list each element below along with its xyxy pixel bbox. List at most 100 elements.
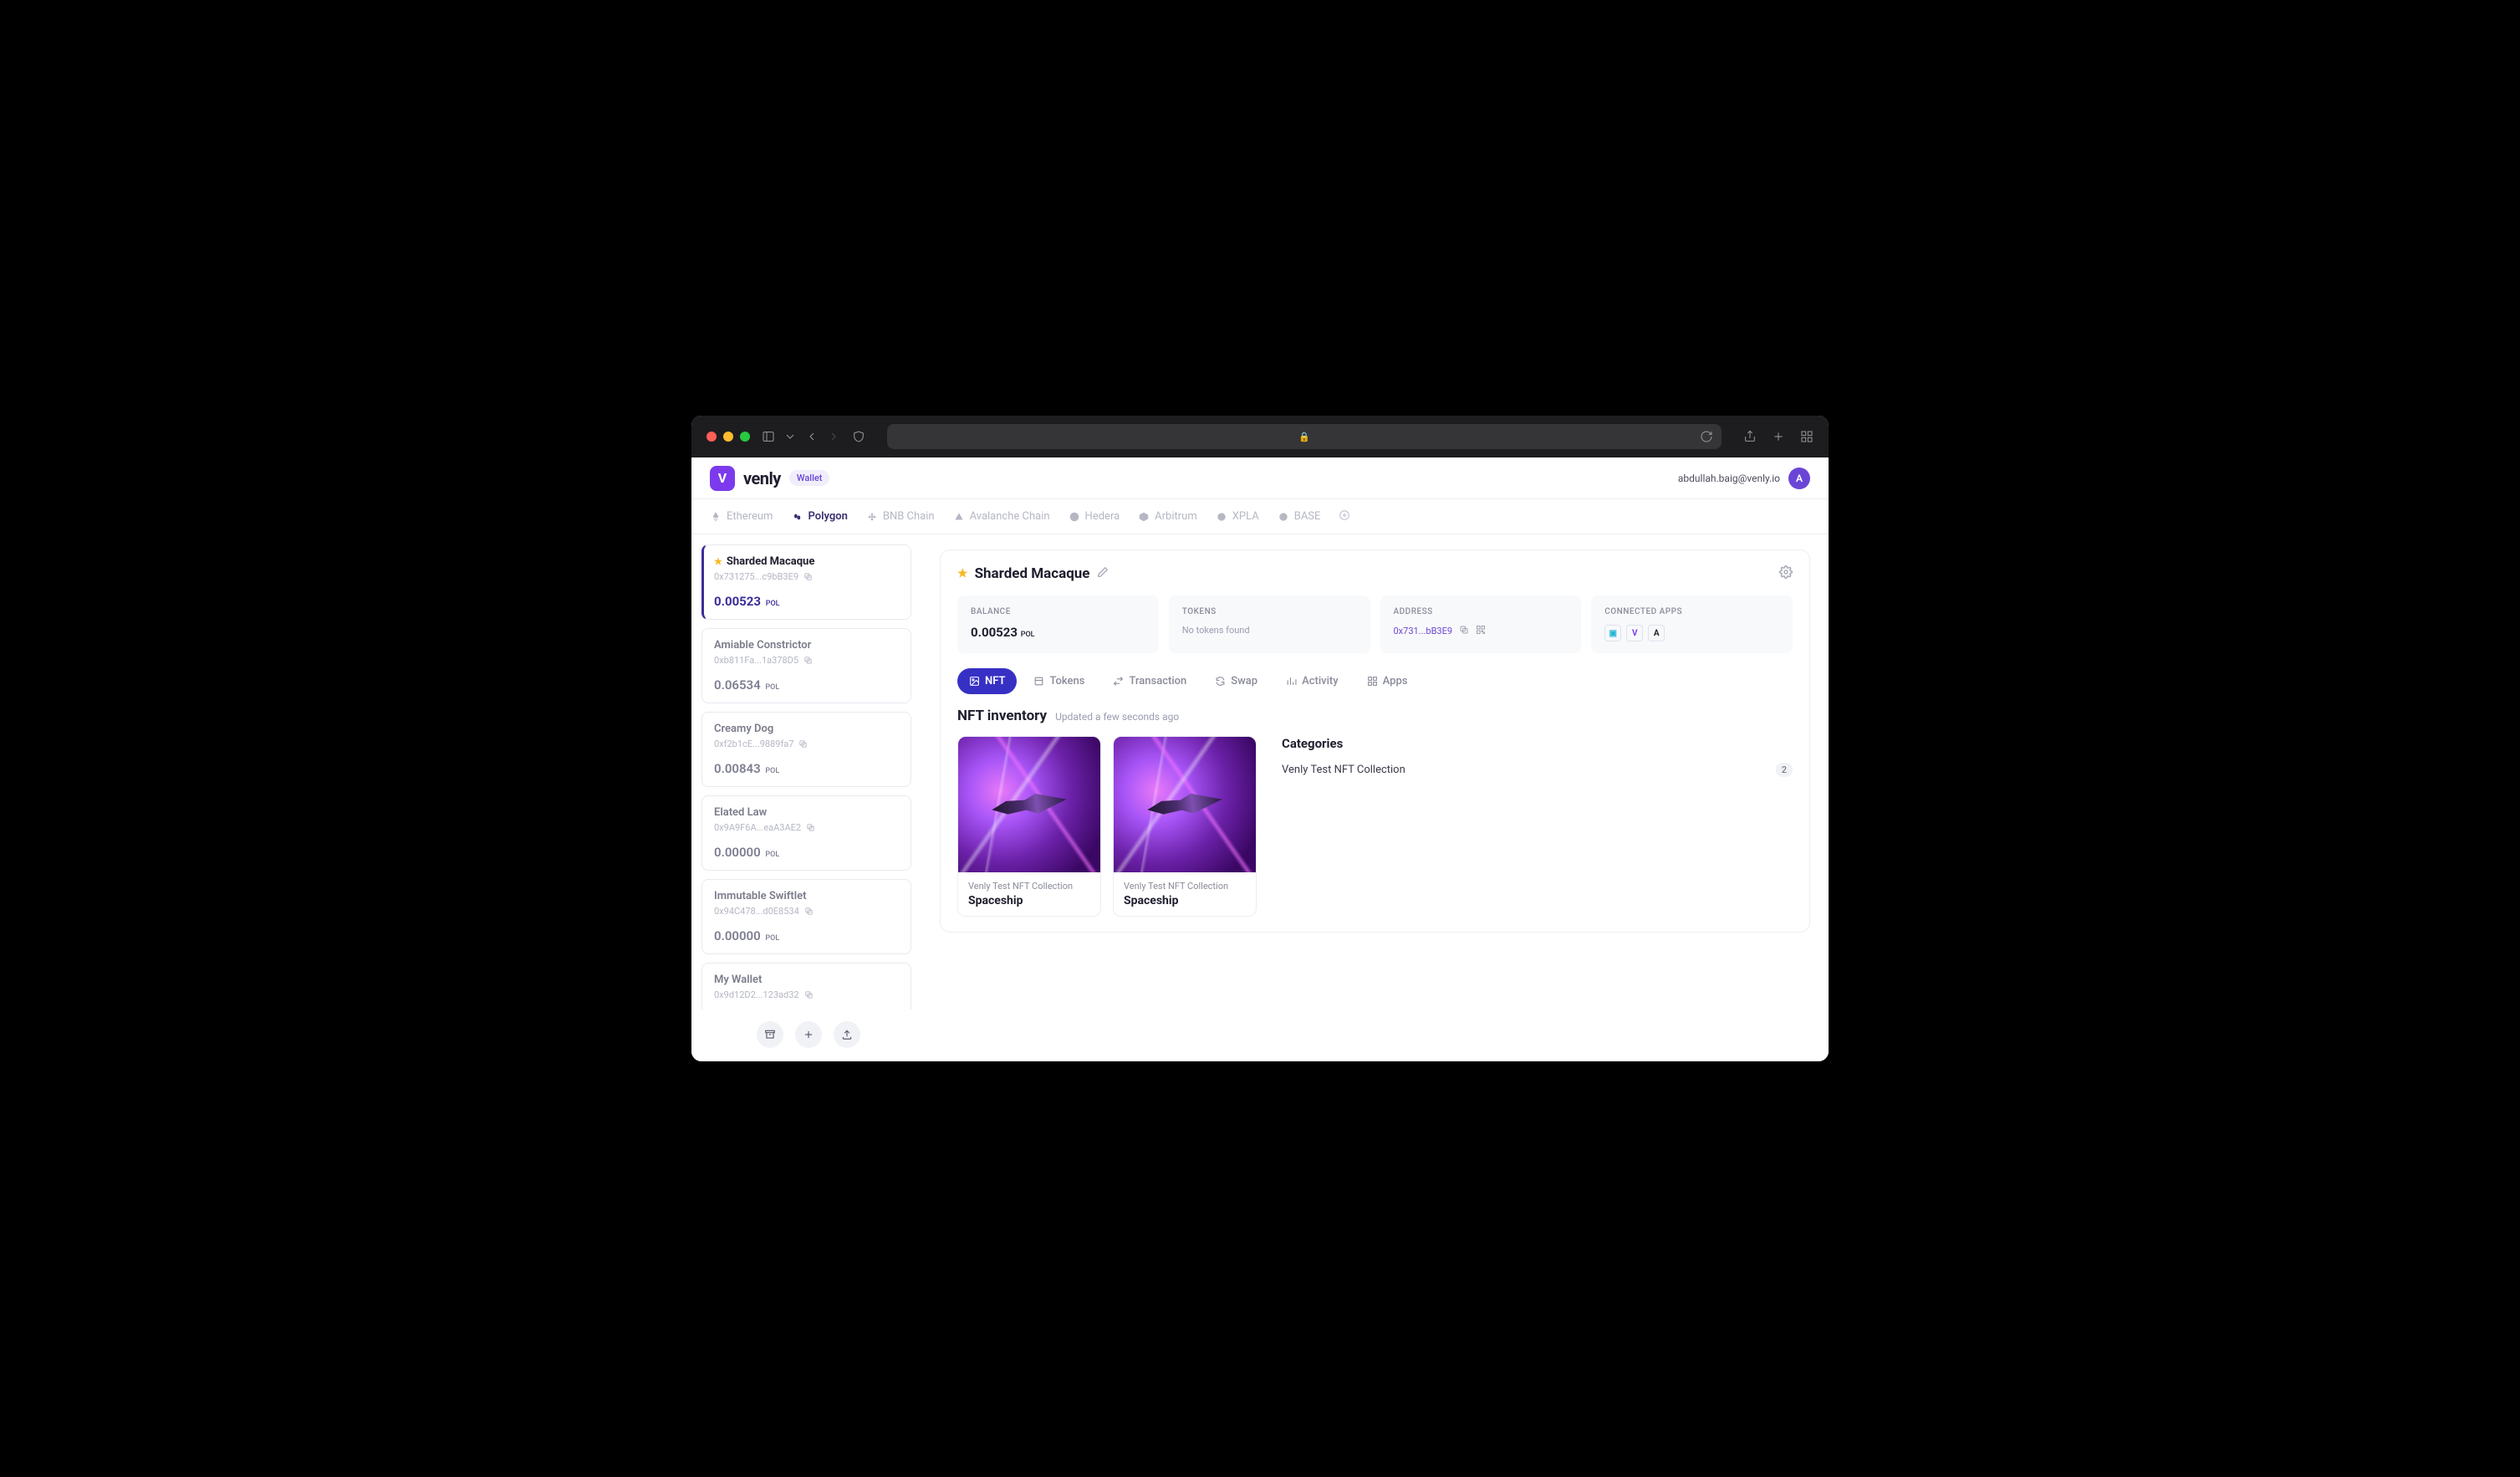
tab-activity[interactable]: Activity [1274, 668, 1350, 694]
brand[interactable]: V venly Wallet [710, 466, 829, 491]
qr-icon[interactable] [1476, 625, 1486, 637]
wallet-card[interactable]: Creamy Dog 0xf2b1cE...9889fa7 0.00843 PO… [701, 712, 911, 787]
wallet-address: 0x94C478...d0E8534 [714, 906, 799, 917]
wallet-name: Elated Law [714, 806, 767, 819]
tab-label: Activity [1302, 675, 1339, 687]
inventory-updated: Updated a few seconds ago [1055, 711, 1179, 723]
nav-back-button[interactable] [805, 430, 819, 443]
chain-xpla[interactable]: XPLA [1216, 510, 1259, 523]
page-title: ★ Sharded Macaque [957, 565, 1109, 582]
chain-bar: Ethereum Polygon BNB Chain Avalanche Cha… [691, 499, 1829, 534]
export-button[interactable] [834, 1021, 860, 1048]
chain-bnb[interactable]: BNB Chain [866, 510, 935, 523]
copy-icon[interactable] [798, 739, 808, 749]
chain-polygon[interactable]: Polygon [791, 510, 847, 523]
maximize-window-button[interactable] [740, 432, 750, 442]
connected-app-icon[interactable]: A [1648, 625, 1665, 641]
wallet-card[interactable]: Immutable Swiftlet 0x94C478...d0E8534 0.… [701, 879, 911, 954]
nft-card[interactable]: Venly Test NFT Collection Spaceship [957, 736, 1101, 917]
user-menu[interactable]: abdullah.baig@venly.io A [1678, 468, 1810, 489]
chain-label: Arbitrum [1155, 510, 1197, 523]
copy-icon[interactable] [1459, 625, 1469, 637]
polygon-icon [791, 511, 803, 523]
close-window-button[interactable] [707, 432, 717, 442]
nav-forward-button[interactable] [827, 430, 840, 443]
reload-icon[interactable] [1700, 430, 1713, 443]
nft-name: Spaceship [968, 894, 1090, 907]
stat-address: ADDRESS 0x731...bB3E9 [1380, 595, 1582, 653]
copy-icon[interactable] [806, 823, 815, 832]
add-chain-button[interactable] [1339, 509, 1350, 524]
nft-collection: Venly Test NFT Collection [968, 881, 1090, 892]
stat-label: TOKENS [1182, 607, 1357, 616]
avatar: A [1788, 468, 1810, 489]
add-wallet-button[interactable] [795, 1021, 822, 1048]
wallet-card[interactable]: My Wallet 0x9d12D2...123ad32 0.00000 POL [701, 963, 911, 1009]
wallet-balance: 0.00000 [714, 845, 761, 860]
sidebar-toggle-icon[interactable] [762, 430, 775, 443]
tab-tokens[interactable]: Tokens [1022, 668, 1096, 694]
categories-title: Categories [1282, 736, 1793, 751]
connected-app-icon[interactable]: V [1626, 625, 1643, 641]
stat-label: BALANCE [971, 607, 1145, 616]
chain-label: Hedera [1085, 510, 1120, 523]
wallet-address: 0x9d12D2...123ad32 [714, 989, 799, 1000]
logo-icon: V [710, 466, 735, 491]
gear-icon[interactable] [1779, 565, 1793, 582]
wallet-detail-panel: ★ Sharded Macaque BALANCE 0.00523 POL TO… [940, 549, 1810, 933]
chain-hedera[interactable]: Hedera [1069, 510, 1120, 523]
url-bar[interactable]: 🔒 [887, 424, 1722, 449]
wallet-address: 0x731275...c9bB3E9 [714, 571, 798, 582]
wallet-card[interactable]: Amiable Constrictor 0xb811Fa...1a378D5 0… [701, 628, 911, 703]
wallet-name: Sharded Macaque [727, 555, 814, 568]
category-name: Venly Test NFT Collection [1282, 764, 1405, 776]
hedera-icon [1069, 511, 1080, 523]
wallet-balance: 0.00843 [714, 761, 761, 776]
stat-value: 0x731...bB3E9 [1394, 626, 1453, 636]
wallet-balance: 0.00000 [714, 928, 761, 943]
copy-icon[interactable] [804, 907, 814, 916]
base-icon [1278, 511, 1289, 523]
star-icon[interactable]: ★ [957, 567, 968, 580]
nft-image [958, 737, 1100, 872]
chain-label: Polygon [808, 510, 847, 523]
wallet-card[interactable]: ★Sharded Macaque 0x731275...c9bB3E9 0.00… [701, 544, 911, 620]
tab-transaction[interactable]: Transaction [1101, 668, 1198, 694]
copy-icon[interactable] [804, 990, 814, 999]
nft-card[interactable]: Venly Test NFT Collection Spaceship [1113, 736, 1257, 917]
chain-base[interactable]: BASE [1278, 510, 1321, 523]
inventory-title: NFT inventory [957, 708, 1047, 724]
chain-avalanche[interactable]: Avalanche Chain [953, 510, 1050, 523]
wallet-name: Creamy Dog [714, 723, 773, 735]
tab-swap[interactable]: Swap [1203, 668, 1269, 694]
wallet-card[interactable]: Elated Law 0x9A9F6A...eaA3AE2 0.00000 PO… [701, 795, 911, 871]
wallet-unit: POL [765, 767, 779, 775]
new-tab-icon[interactable] [1772, 430, 1785, 443]
wallet-balance: 0.00523 [714, 594, 761, 609]
stat-value: No tokens found [1182, 625, 1357, 636]
tab-bar: NFT Tokens Transaction Swap Activity App… [957, 668, 1793, 694]
chevron-down-icon[interactable] [783, 430, 797, 443]
category-row[interactable]: Venly Test NFT Collection 2 [1282, 763, 1793, 777]
titlebar: 🔒 [691, 416, 1829, 457]
wallet-list[interactable]: ★Sharded Macaque 0x731275...c9bB3E9 0.00… [701, 544, 915, 1009]
minimize-window-button[interactable] [723, 432, 733, 442]
edit-icon[interactable] [1097, 565, 1109, 582]
chain-arbitrum[interactable]: Arbitrum [1138, 510, 1197, 523]
tab-nft[interactable]: NFT [957, 668, 1017, 694]
chain-label: Avalanche Chain [970, 510, 1050, 523]
connected-app-icon[interactable]: ▣ [1604, 625, 1621, 641]
copy-icon[interactable] [803, 572, 813, 581]
user-email: abdullah.baig@venly.io [1678, 473, 1780, 484]
tab-apps[interactable]: Apps [1355, 668, 1420, 694]
brand-name: venly [743, 468, 781, 488]
chain-ethereum[interactable]: Ethereum [710, 510, 773, 523]
share-icon[interactable] [1743, 430, 1757, 443]
tabs-grid-icon[interactable] [1800, 430, 1813, 443]
copy-icon[interactable] [803, 656, 813, 665]
chain-label: Ethereum [727, 510, 773, 523]
shield-icon[interactable] [852, 430, 865, 443]
tab-label: Transaction [1129, 675, 1186, 687]
ethereum-icon [710, 511, 722, 523]
archive-button[interactable] [757, 1021, 783, 1048]
